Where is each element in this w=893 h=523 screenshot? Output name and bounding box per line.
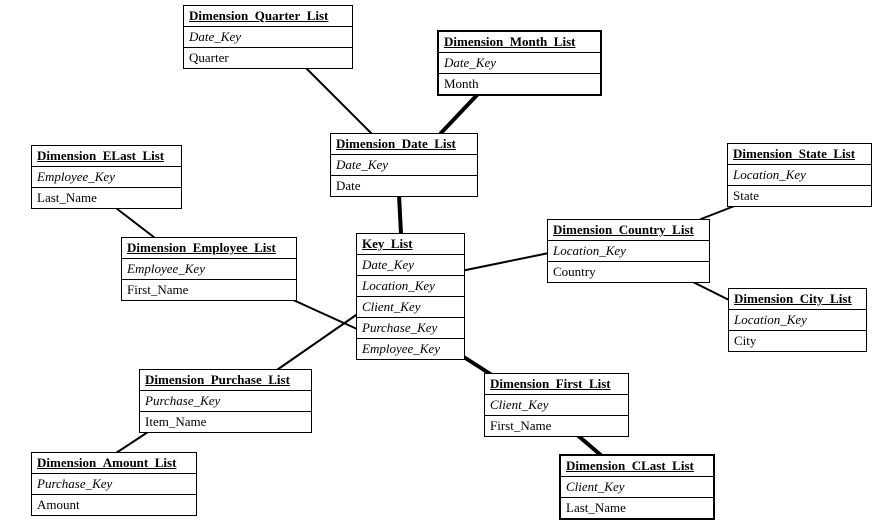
- field-purchase-key: Purchase_Key: [140, 391, 311, 412]
- field-date: Date: [331, 176, 477, 196]
- field-purchase-key: Purchase_Key: [357, 318, 464, 339]
- entity-dimension-country-list: Dimension_Country_List Location_Key Coun…: [547, 219, 710, 283]
- entity-dimension-purchase-list: Dimension_Purchase_List Purchase_Key Ite…: [139, 369, 312, 433]
- field-first-name: First_Name: [485, 416, 628, 436]
- entity-dimension-amount-list: Dimension_Amount_List Purchase_Key Amoun…: [31, 452, 197, 516]
- entity-dimension-city-list: Dimension_City_List Location_Key City: [728, 288, 867, 352]
- field-last-name: Last_Name: [32, 188, 181, 208]
- entity-title: Dimension_Amount_List: [32, 453, 196, 474]
- entity-title: Key_List: [357, 234, 464, 255]
- field-state: State: [728, 186, 871, 206]
- field-city: City: [729, 331, 866, 351]
- field-location-key: Location_Key: [729, 310, 866, 331]
- field-location-key: Location_Key: [728, 165, 871, 186]
- entity-title: Dimension_Employee_List: [122, 238, 296, 259]
- entity-dimension-quarter-list: Dimension_Quarter_List Date_Key Quarter: [183, 5, 353, 69]
- field-employee-key: Employee_Key: [122, 259, 296, 280]
- entity-key-list: Key_List Date_Key Location_Key Client_Ke…: [356, 233, 465, 360]
- field-item-name: Item_Name: [140, 412, 311, 432]
- field-employee-key: Employee_Key: [357, 339, 464, 359]
- entity-dimension-state-list: Dimension_State_List Location_Key State: [727, 143, 872, 207]
- field-location-key: Location_Key: [548, 241, 709, 262]
- entity-title: Dimension_CLast_List: [561, 456, 713, 477]
- entity-title: Dimension_First_List: [485, 374, 628, 395]
- entity-title: Dimension_Country_List: [548, 220, 709, 241]
- field-date-key: Date_Key: [331, 155, 477, 176]
- field-month: Month: [439, 74, 600, 94]
- entity-title: Dimension_City_List: [729, 289, 866, 310]
- entity-dimension-clast-list: Dimension_CLast_List Client_Key Last_Nam…: [559, 454, 715, 520]
- entity-title: Dimension_ELast_List: [32, 146, 181, 167]
- entity-dimension-first-list: Dimension_First_List Client_Key First_Na…: [484, 373, 629, 437]
- field-first-name: First_Name: [122, 280, 296, 300]
- entity-title: Dimension_Purchase_List: [140, 370, 311, 391]
- field-client-key: Client_Key: [561, 477, 713, 498]
- entity-dimension-date-list: Dimension_Date_List Date_Key Date: [330, 133, 478, 197]
- entity-title: Dimension_State_List: [728, 144, 871, 165]
- field-amount: Amount: [32, 495, 196, 515]
- field-date-key: Date_Key: [439, 53, 600, 74]
- field-client-key: Client_Key: [357, 297, 464, 318]
- field-quarter: Quarter: [184, 48, 352, 68]
- entity-title: Dimension_Date_List: [331, 134, 477, 155]
- field-date-key: Date_Key: [184, 27, 352, 48]
- field-purchase-key: Purchase_Key: [32, 474, 196, 495]
- entity-title: Dimension_Month_List: [439, 32, 600, 53]
- entity-dimension-employee-list: Dimension_Employee_List Employee_Key Fir…: [121, 237, 297, 301]
- field-client-key: Client_Key: [485, 395, 628, 416]
- field-last-name: Last_Name: [561, 498, 713, 518]
- entity-title: Dimension_Quarter_List: [184, 6, 352, 27]
- entity-dimension-month-list: Dimension_Month_List Date_Key Month: [437, 30, 602, 96]
- field-location-key: Location_Key: [357, 276, 464, 297]
- field-employee-key: Employee_Key: [32, 167, 181, 188]
- entity-dimension-elast-list: Dimension_ELast_List Employee_Key Last_N…: [31, 145, 182, 209]
- field-date-key: Date_Key: [357, 255, 464, 276]
- field-country: Country: [548, 262, 709, 282]
